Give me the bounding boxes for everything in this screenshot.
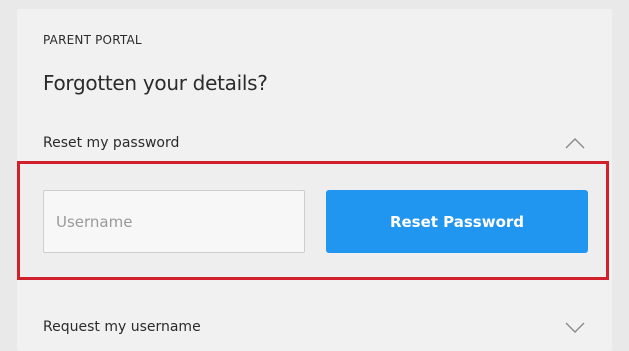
reset-password-button[interactable]: Reset Password: [326, 190, 588, 253]
chevron-down-icon[interactable]: [564, 320, 586, 334]
username-input[interactable]: [43, 190, 305, 253]
page-title: Forgotten your details?: [43, 71, 268, 95]
portal-eyebrow: PARENT PORTAL: [43, 33, 142, 47]
reset-password-section-header[interactable]: Reset my password: [43, 131, 586, 155]
reset-password-section-label: Reset my password: [43, 135, 180, 151]
request-username-section-label: Request my username: [43, 319, 201, 335]
chevron-up-icon[interactable]: [564, 136, 586, 150]
forgot-details-card: PARENT PORTAL Forgotten your details? Re…: [17, 9, 612, 351]
request-username-section-header[interactable]: Request my username: [43, 315, 586, 339]
